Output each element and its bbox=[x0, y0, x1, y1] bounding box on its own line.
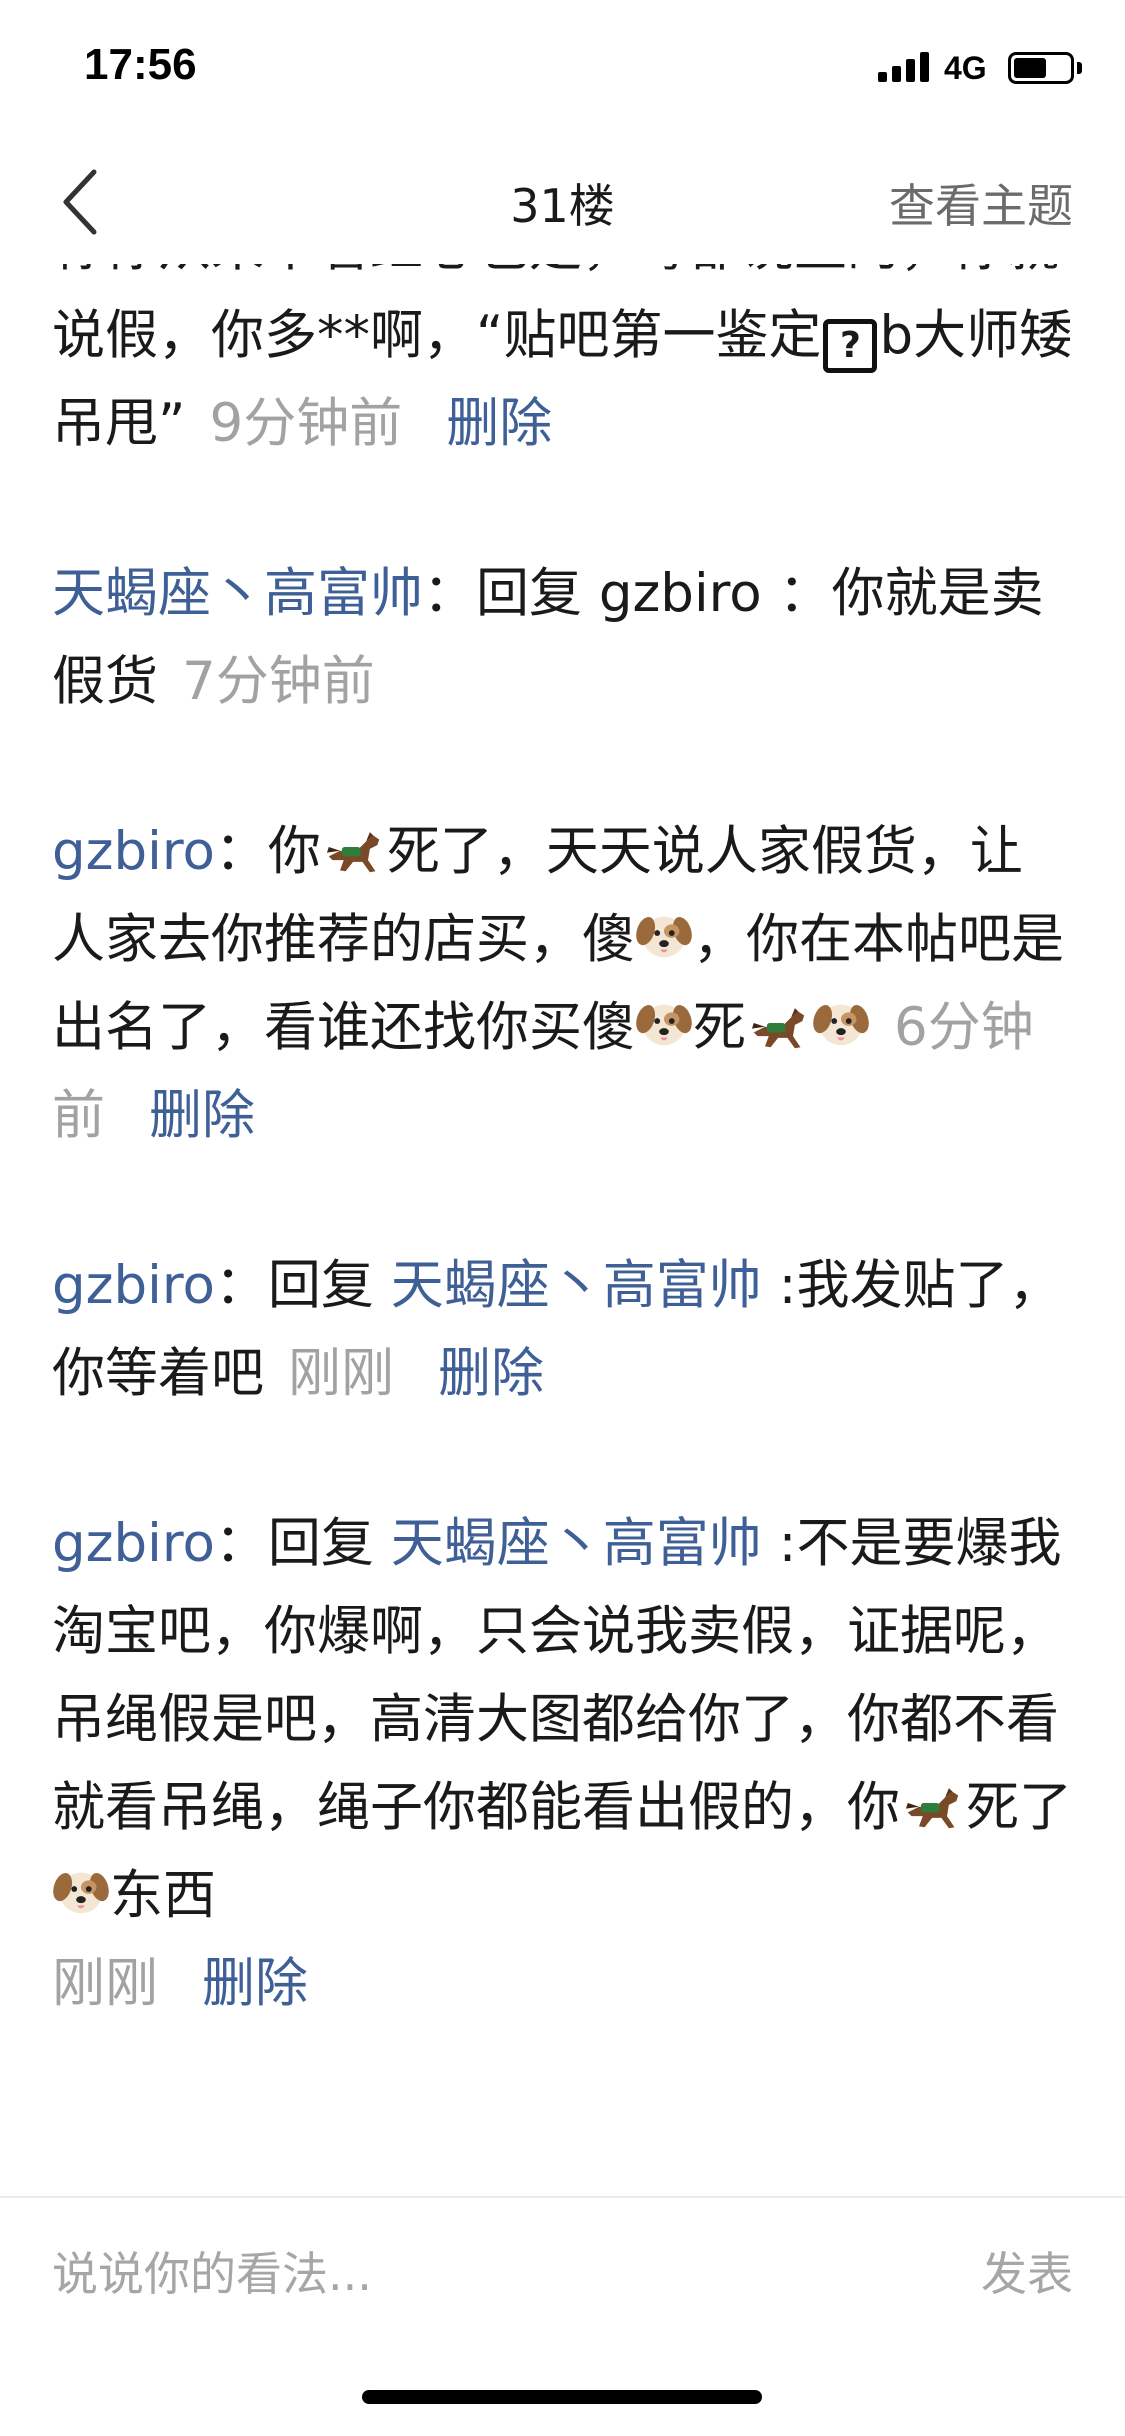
comment-colon: ： bbox=[214, 1255, 268, 1316]
comment-text: 死 bbox=[693, 997, 746, 1058]
battery-level bbox=[1014, 58, 1047, 78]
comment-time: 7分钟前 bbox=[182, 651, 375, 712]
comment-time: 刚刚 bbox=[52, 1953, 158, 2014]
comment-list: 称你从来不看红心也是，每都说正的，你就说假，你多**啊，“贴吧第一鉴定?b大师矮… bbox=[0, 264, 1125, 2194]
delete-button[interactable]: 删除 bbox=[202, 1953, 308, 2014]
comment-text: 称你从来不看红心也是，每都说正 bbox=[52, 264, 847, 278]
horse-emoji-icon bbox=[746, 995, 812, 1051]
dog-face-emoji-icon bbox=[635, 905, 693, 963]
dog-face-emoji-icon bbox=[812, 993, 870, 1051]
nav-bar: 31楼 查看主题 bbox=[0, 132, 1125, 264]
reply-input-bar: 说说你的看法... 发表 bbox=[0, 2196, 1125, 2336]
comment-author[interactable]: gzbiro bbox=[52, 821, 215, 882]
reply-target[interactable]: 天蝎座丶高富帅 bbox=[391, 1513, 762, 1574]
comment-text: 东西 bbox=[110, 1865, 216, 1926]
comment-text: 你 bbox=[267, 821, 321, 882]
delete-button[interactable]: 删除 bbox=[149, 1085, 255, 1146]
comment-author[interactable]: 天蝎座丶高富帅 bbox=[52, 563, 423, 624]
comment-item: gzbiro：你 死了，天天说人家假货，让人家去你推荐的店买，傻 ，你在本帖吧是出名… bbox=[52, 808, 1073, 1160]
reply-target[interactable]: 天蝎座丶高富帅 bbox=[391, 1255, 762, 1316]
unknown-glyph-icon: ? bbox=[823, 319, 878, 373]
comment-item: gzbiro：回复 天蝎座丶高富帅 :我发贴了，你等着吧 刚刚 删除 bbox=[52, 1242, 1073, 1418]
horse-emoji-icon bbox=[900, 1775, 966, 1831]
screen: 17:56 4G 31楼 查看主题 称你从来不看红心也是，每都说正的，你就说假，… bbox=[0, 0, 1125, 2436]
dog-face-emoji-icon bbox=[635, 993, 693, 1051]
comments: 称你从来不看红心也是，每都说正的，你就说假，你多**啊，“贴吧第一鉴定?b大师矮… bbox=[52, 264, 1073, 2110]
comment-item: 天蝎座丶高富帅：回复 gzbiro ：你就是卖假货 7分钟前 bbox=[52, 550, 1073, 726]
signal-icon bbox=[878, 52, 932, 82]
send-button[interactable]: 发表 bbox=[981, 2238, 1073, 2304]
comment-input[interactable]: 说说你的看法... bbox=[52, 2238, 372, 2304]
comment-text: 死了 bbox=[966, 1777, 1072, 1838]
comment-time: 9分钟前 bbox=[209, 393, 403, 454]
battery-icon bbox=[1008, 52, 1074, 84]
reply-prefix: 回复 bbox=[267, 1513, 391, 1574]
comment-colon: ： bbox=[214, 1513, 268, 1574]
status-time: 17:56 bbox=[84, 40, 197, 89]
home-indicator[interactable] bbox=[362, 2390, 762, 2404]
delete-button[interactable]: 删除 bbox=[438, 1343, 544, 1404]
view-topic-button[interactable]: 查看主题 bbox=[889, 170, 1073, 236]
delete-button[interactable]: 删除 bbox=[446, 393, 552, 454]
comment-item: gzbiro：回复 天蝎座丶高富帅 :不是要爆我淘宝吧，你爆啊，只会说我卖假，证… bbox=[52, 1500, 1073, 2028]
comment-item: 称你从来不看红心也是，每都说正的，你就说假，你多**啊，“贴吧第一鉴定?b大师矮… bbox=[52, 264, 1073, 468]
reply-prefix: 回复 bbox=[267, 1255, 391, 1316]
network-type: 4G bbox=[944, 50, 987, 86]
comment-colon: ： bbox=[423, 563, 476, 624]
horse-emoji-icon bbox=[321, 819, 387, 875]
battery-cap bbox=[1077, 62, 1082, 74]
comment-time: 刚刚 bbox=[288, 1343, 394, 1404]
comment-author[interactable]: gzbiro bbox=[52, 1513, 215, 1574]
comment-author[interactable]: gzbiro bbox=[52, 1255, 215, 1316]
status-bar: 17:56 4G bbox=[0, 0, 1125, 132]
dog-face-emoji-icon bbox=[52, 1861, 110, 1919]
comment-colon: ： bbox=[214, 821, 268, 882]
